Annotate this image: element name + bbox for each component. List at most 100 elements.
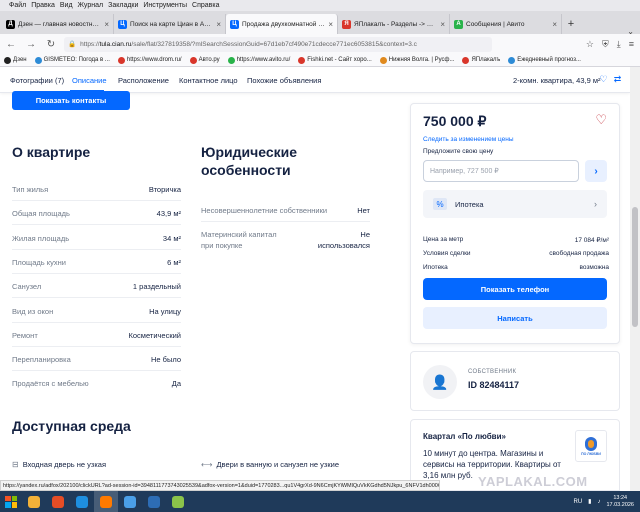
subnav-link[interactable]: Контактное лицо bbox=[179, 76, 238, 85]
scrollbar-thumb[interactable] bbox=[632, 207, 638, 327]
subnav-link[interactable]: Расположение bbox=[118, 76, 169, 85]
about-value: 1 раздельный bbox=[132, 282, 181, 292]
network-icon[interactable]: ▮ bbox=[588, 498, 591, 505]
tab-favicon-icon: Ц bbox=[230, 19, 239, 29]
menu-item[interactable]: Закладки bbox=[108, 2, 138, 9]
heart-outline-icon[interactable]: ♡ bbox=[598, 74, 609, 85]
browser-tab[interactable]: Ц Поиск на карте Циан в Астра × bbox=[114, 14, 226, 34]
write-message-button[interactable]: Написать bbox=[423, 307, 607, 329]
amenity-item: ⊟ Входная дверь не узкая bbox=[12, 460, 106, 469]
bookmark-item[interactable]: https://www.drom.ru/ bbox=[117, 56, 182, 64]
about-value: Да bbox=[171, 379, 181, 389]
legal-key-cont: при покупке bbox=[201, 241, 243, 250]
close-tab-icon[interactable]: × bbox=[552, 20, 557, 29]
bookmark-item[interactable]: ЯПлакалъ bbox=[462, 56, 500, 64]
page-scrollbar[interactable] bbox=[630, 67, 640, 491]
show-phone-button[interactable]: Показать телефон bbox=[423, 278, 607, 300]
about-key: Общая площадь bbox=[12, 209, 70, 219]
about-title: О квартире bbox=[12, 144, 91, 160]
clock-date: 17.03.2026 bbox=[606, 501, 634, 508]
bookmark-item[interactable]: Нижняя Волга. | Русф... bbox=[379, 56, 454, 64]
stat-row: Ипотека возможна bbox=[423, 264, 609, 271]
browser-tab[interactable]: Д Дзен — главная новостная и × bbox=[2, 14, 114, 34]
offer-price-input[interactable]: Например, 727 500 ₽ bbox=[423, 160, 579, 182]
about-row: Общая площадь 43,9 м² bbox=[12, 209, 181, 221]
bookmark-favicon-icon bbox=[508, 56, 516, 64]
bookmark-label: Ежедневный прогноз... bbox=[517, 57, 581, 63]
bookmark-favicon-icon bbox=[227, 56, 235, 64]
bookmark-favicon-icon bbox=[379, 56, 387, 64]
taskbar-app[interactable] bbox=[118, 491, 142, 512]
menu-item[interactable]: Файл bbox=[9, 2, 26, 9]
stat-value: возможна bbox=[579, 264, 609, 271]
bookmark-item[interactable]: Ежедневный прогноз... bbox=[508, 56, 581, 64]
row-divider bbox=[12, 370, 181, 372]
follow-price-link[interactable]: Следить за изменением цены bbox=[423, 136, 514, 143]
menu-item[interactable]: Инструменты bbox=[143, 2, 187, 9]
menu-item[interactable]: Журнал bbox=[78, 2, 104, 9]
taskbar-app[interactable] bbox=[166, 491, 190, 512]
bookmark-item[interactable]: Дзен bbox=[4, 56, 27, 64]
row-divider bbox=[12, 248, 181, 250]
clock[interactable]: 13:24 17.03.2026 bbox=[606, 495, 634, 509]
close-tab-icon[interactable]: × bbox=[216, 20, 221, 29]
avatar[interactable]: 👤 bbox=[423, 365, 457, 399]
address-bar[interactable]: 🔒 https://tula.cian.ru/sale/flat/3278193… bbox=[64, 36, 492, 52]
about-key: Площадь кухни bbox=[12, 257, 66, 267]
reload-icon[interactable]: ↻ bbox=[44, 37, 58, 51]
star-icon[interactable]: ☆ bbox=[586, 39, 594, 50]
menu-item[interactable]: Правка bbox=[31, 2, 55, 9]
subnav-link[interactable]: Фотографии (7) bbox=[10, 76, 64, 85]
legal-value-cont: использовался bbox=[317, 241, 370, 250]
bookmark-item[interactable]: https://www.avito.ru/ bbox=[227, 56, 290, 64]
taskbar-app[interactable] bbox=[94, 491, 118, 512]
favorite-heart-icon[interactable]: ♡ bbox=[595, 112, 607, 128]
promo-title: Квартал «По любви» bbox=[423, 432, 506, 441]
bookmarks-bar: Дзен GISMETEO: Погода в ... https://www.dr… bbox=[0, 54, 640, 67]
bookmark-item[interactable]: Fishki.net - Сайт хоро... bbox=[298, 56, 372, 64]
bookmark-item[interactable]: Авто.ру bbox=[189, 56, 220, 64]
offer-submit-button[interactable]: › bbox=[585, 160, 607, 182]
subnav-link[interactable]: Похожие объявления bbox=[247, 76, 321, 85]
share-icon[interactable]: ⇄ bbox=[612, 74, 623, 85]
browser-tab[interactable]: А Сообщения | Авито × bbox=[450, 14, 562, 34]
shield-icon[interactable]: ⛨ bbox=[602, 39, 609, 50]
subnav-link[interactable]: Описание bbox=[72, 76, 107, 85]
about-row: Санузел 1 раздельный bbox=[12, 282, 181, 294]
navigation-bar: ← → ↻ 🔒 https://tula.cian.ru/sale/flat/3… bbox=[0, 34, 640, 54]
browser-tab[interactable]: Я ЯПлакалъ - Разделы -> Цену × bbox=[338, 14, 450, 34]
forward-icon[interactable]: → bbox=[24, 37, 38, 51]
back-icon[interactable]: ← bbox=[4, 37, 18, 51]
bookmark-item[interactable]: GISMETEO: Погода в ... bbox=[34, 56, 110, 64]
about-row: Ремонт Косметический bbox=[12, 331, 181, 343]
about-row: Тип жилья Вторичка bbox=[12, 185, 181, 197]
show-contacts-button[interactable]: Показать контакты bbox=[12, 91, 130, 110]
close-tab-icon[interactable]: × bbox=[440, 20, 445, 29]
taskbar-app[interactable] bbox=[22, 491, 46, 512]
page-content: 2-комн. квартира, 43,9 м² ♡ ⇄ Фотографии… bbox=[0, 67, 640, 491]
start-button[interactable] bbox=[0, 491, 22, 512]
watermark: YAPLAKAL.COM bbox=[478, 474, 588, 489]
windows-logo-icon bbox=[5, 495, 17, 508]
taskbar-app[interactable] bbox=[142, 491, 166, 512]
new-tab-button[interactable]: + bbox=[562, 14, 580, 34]
volume-icon[interactable]: ♪ bbox=[597, 499, 600, 505]
taskbar-app[interactable] bbox=[46, 491, 70, 512]
menu-item[interactable]: Справка bbox=[192, 2, 219, 9]
legal-value: Нет bbox=[357, 206, 370, 215]
owner-id[interactable]: ID 82484117 bbox=[468, 380, 519, 390]
language-indicator[interactable]: RU bbox=[573, 499, 582, 505]
menu-icon[interactable]: ≡ bbox=[629, 39, 634, 50]
app-icon bbox=[172, 495, 184, 508]
browser-tab[interactable]: Ц Продажа двухкомнатной квар × bbox=[226, 14, 338, 34]
mortgage-button[interactable]: % Ипотека › bbox=[423, 190, 607, 218]
tab-favicon-icon: А bbox=[454, 19, 463, 29]
download-icon[interactable]: ⤓ bbox=[617, 39, 621, 50]
taskbar-app[interactable] bbox=[70, 491, 94, 512]
about-key: Вид из окон bbox=[12, 306, 54, 316]
menu-item[interactable]: Вид bbox=[60, 2, 73, 9]
bookmark-favicon-icon bbox=[117, 56, 125, 64]
close-tab-icon[interactable]: × bbox=[104, 20, 109, 29]
tab-favicon-icon: Я bbox=[342, 19, 351, 29]
close-tab-icon[interactable]: × bbox=[328, 20, 333, 29]
